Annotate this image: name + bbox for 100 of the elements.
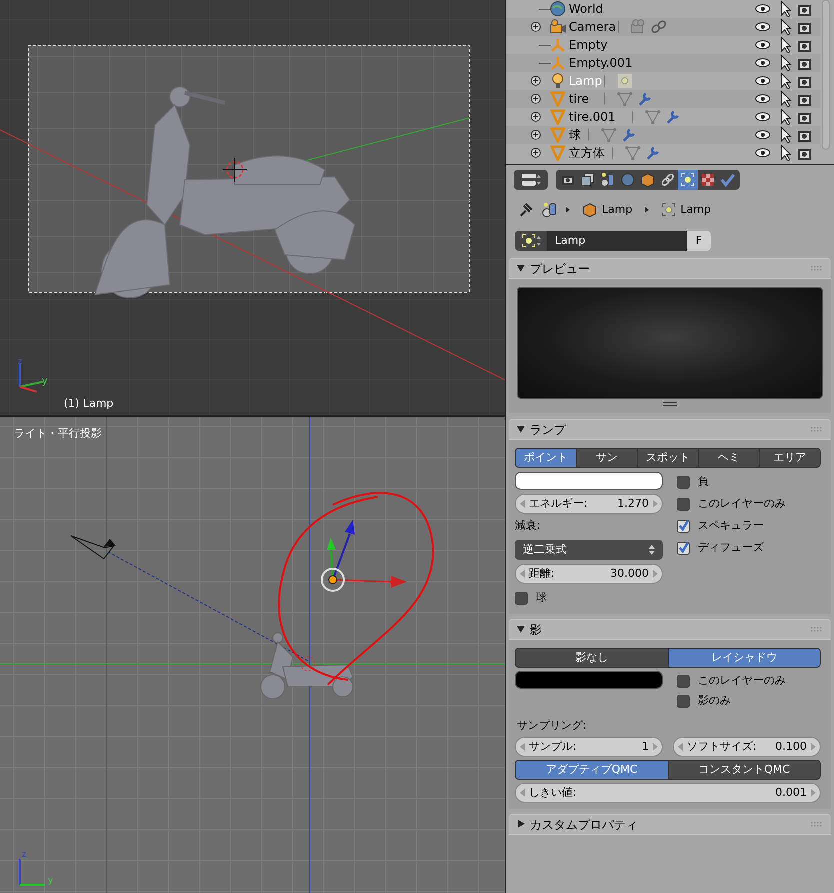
- camera-icon: [797, 38, 812, 53]
- outliner-item[interactable]: Camera: [569, 18, 616, 36]
- eye-icon: [755, 93, 771, 105]
- axes-icon: [550, 37, 566, 53]
- axis-label: z: [22, 849, 26, 861]
- lamp-data-icon: [660, 202, 677, 218]
- checkbox[interactable]: [677, 542, 690, 554]
- left-arrow-icon: [520, 500, 525, 508]
- scene-icon: [542, 202, 558, 218]
- expand-icon[interactable]: [531, 22, 541, 32]
- 3d-cursor-icon: [223, 158, 247, 182]
- color-swatch[interactable]: [515, 671, 663, 689]
- triangle-mesh-icon: [617, 91, 633, 107]
- triangle-mesh-icon: [625, 145, 641, 161]
- triangle-mesh-icon: [550, 109, 566, 125]
- triangle-mesh-icon: [550, 91, 566, 107]
- panel-title[interactable]: 影: [530, 620, 542, 638]
- camera-icon: [797, 56, 812, 71]
- right-arrow-icon: [653, 743, 658, 751]
- breadcrumb-item[interactable]: Lamp: [680, 202, 712, 218]
- color-swatch[interactable]: [515, 472, 663, 490]
- scrollbar[interactable]: [822, 0, 830, 150]
- checkbox[interactable]: [677, 694, 690, 708]
- number-field[interactable]: エネルギー: 1.270: [515, 494, 663, 514]
- triangle-mesh-icon: [550, 145, 566, 161]
- globe-icon: [550, 1, 566, 17]
- datablock-browse-button[interactable]: [515, 231, 547, 251]
- expand-icon[interactable]: [531, 94, 541, 104]
- field-label: 減衰:: [515, 518, 542, 534]
- axis-label: y: [42, 375, 48, 389]
- outliner-item[interactable]: Empty: [569, 36, 608, 54]
- checkbox[interactable]: [677, 476, 690, 488]
- cursor-icon: [779, 37, 793, 53]
- lightbulb-icon: [550, 73, 566, 89]
- axis-label: z: [18, 356, 22, 368]
- name-field[interactable]: Lamp: [547, 231, 687, 251]
- falloff-dropdown[interactable]: 逆二乗式: [515, 540, 663, 560]
- wrench-icon: [665, 109, 681, 125]
- expand-icon[interactable]: [531, 112, 541, 122]
- right-arrow-icon: [653, 500, 658, 508]
- segment-tab[interactable]: レイシャドウ: [668, 649, 820, 667]
- checkbox[interactable]: [677, 674, 690, 688]
- eye-icon: [755, 147, 771, 159]
- triangle-mesh-icon: [601, 127, 617, 143]
- checkbox[interactable]: [677, 498, 690, 510]
- outliner-item[interactable]: 球: [569, 126, 581, 144]
- number-field[interactable]: ソフトサイズ: 0.100: [673, 737, 821, 757]
- lamp-data-icon: [520, 233, 542, 249]
- eye-icon: [755, 75, 771, 87]
- outliner-item[interactable]: World: [569, 0, 604, 18]
- breadcrumb-item[interactable]: Lamp: [602, 202, 633, 218]
- cursor-icon: [779, 91, 793, 107]
- number-field[interactable]: しきい値: 0.001: [515, 783, 821, 803]
- camera-icon: [797, 92, 812, 107]
- cube-icon: [582, 202, 598, 218]
- segment-tab[interactable]: コンスタントQMC: [668, 761, 820, 779]
- outliner-item[interactable]: 立方体: [569, 144, 605, 162]
- image-stack-icon: [580, 172, 596, 188]
- segment-tab[interactable]: ポイント: [516, 449, 576, 467]
- drag-handle-icon: [810, 821, 823, 828]
- drag-handle-icon: [810, 265, 823, 272]
- cursor-icon: [779, 1, 793, 17]
- checkbox-label: このレイヤーのみ: [698, 496, 786, 512]
- wrench-icon: [645, 145, 661, 161]
- expand-icon[interactable]: [531, 148, 541, 158]
- outliner-item[interactable]: tire: [569, 90, 590, 108]
- cursor-icon: [779, 127, 793, 143]
- left-arrow-icon: [520, 789, 525, 797]
- fake-user-button[interactable]: F: [687, 231, 711, 251]
- panel-title[interactable]: ランプ: [530, 420, 566, 438]
- eye-icon: [755, 111, 771, 123]
- checkbox[interactable]: [515, 592, 528, 604]
- camera-icon: [797, 110, 812, 125]
- checkbox[interactable]: [677, 520, 690, 532]
- camera-icon: [550, 19, 566, 35]
- eye-icon: [755, 129, 771, 141]
- segment-tab[interactable]: アダプティブQMC: [516, 761, 668, 779]
- up-down-arrows-icon: [649, 545, 655, 555]
- editor-type-button[interactable]: [514, 170, 548, 190]
- breadcrumb-arrow-icon: [644, 207, 649, 213]
- left-arrow-icon: [678, 743, 683, 751]
- view-label: ライト・平行投影: [14, 426, 102, 442]
- pin-icon: [518, 202, 534, 218]
- panel-title[interactable]: プレビュー: [530, 260, 590, 278]
- segment-tab[interactable]: エリア: [759, 449, 820, 467]
- expand-icon[interactable]: [531, 130, 541, 140]
- camera-icon: [797, 74, 812, 89]
- eye-icon: [755, 39, 771, 51]
- number-field[interactable]: 距離: 30.000: [515, 564, 663, 584]
- expand-icon[interactable]: [531, 76, 541, 86]
- camera-icon: [797, 128, 812, 143]
- checker-icon: [700, 172, 716, 188]
- checkbox-label: このレイヤーのみ: [698, 672, 786, 689]
- camera-icon: [797, 2, 812, 17]
- lamp-data-icon: [617, 73, 633, 89]
- number-field[interactable]: サンプル: 1: [515, 737, 663, 757]
- breadcrumb-arrow-icon: [566, 207, 570, 213]
- section-label: サンプリング:: [516, 718, 588, 734]
- camera-drawing: [70, 534, 118, 562]
- outliner-item[interactable]: tire.001: [569, 108, 616, 126]
